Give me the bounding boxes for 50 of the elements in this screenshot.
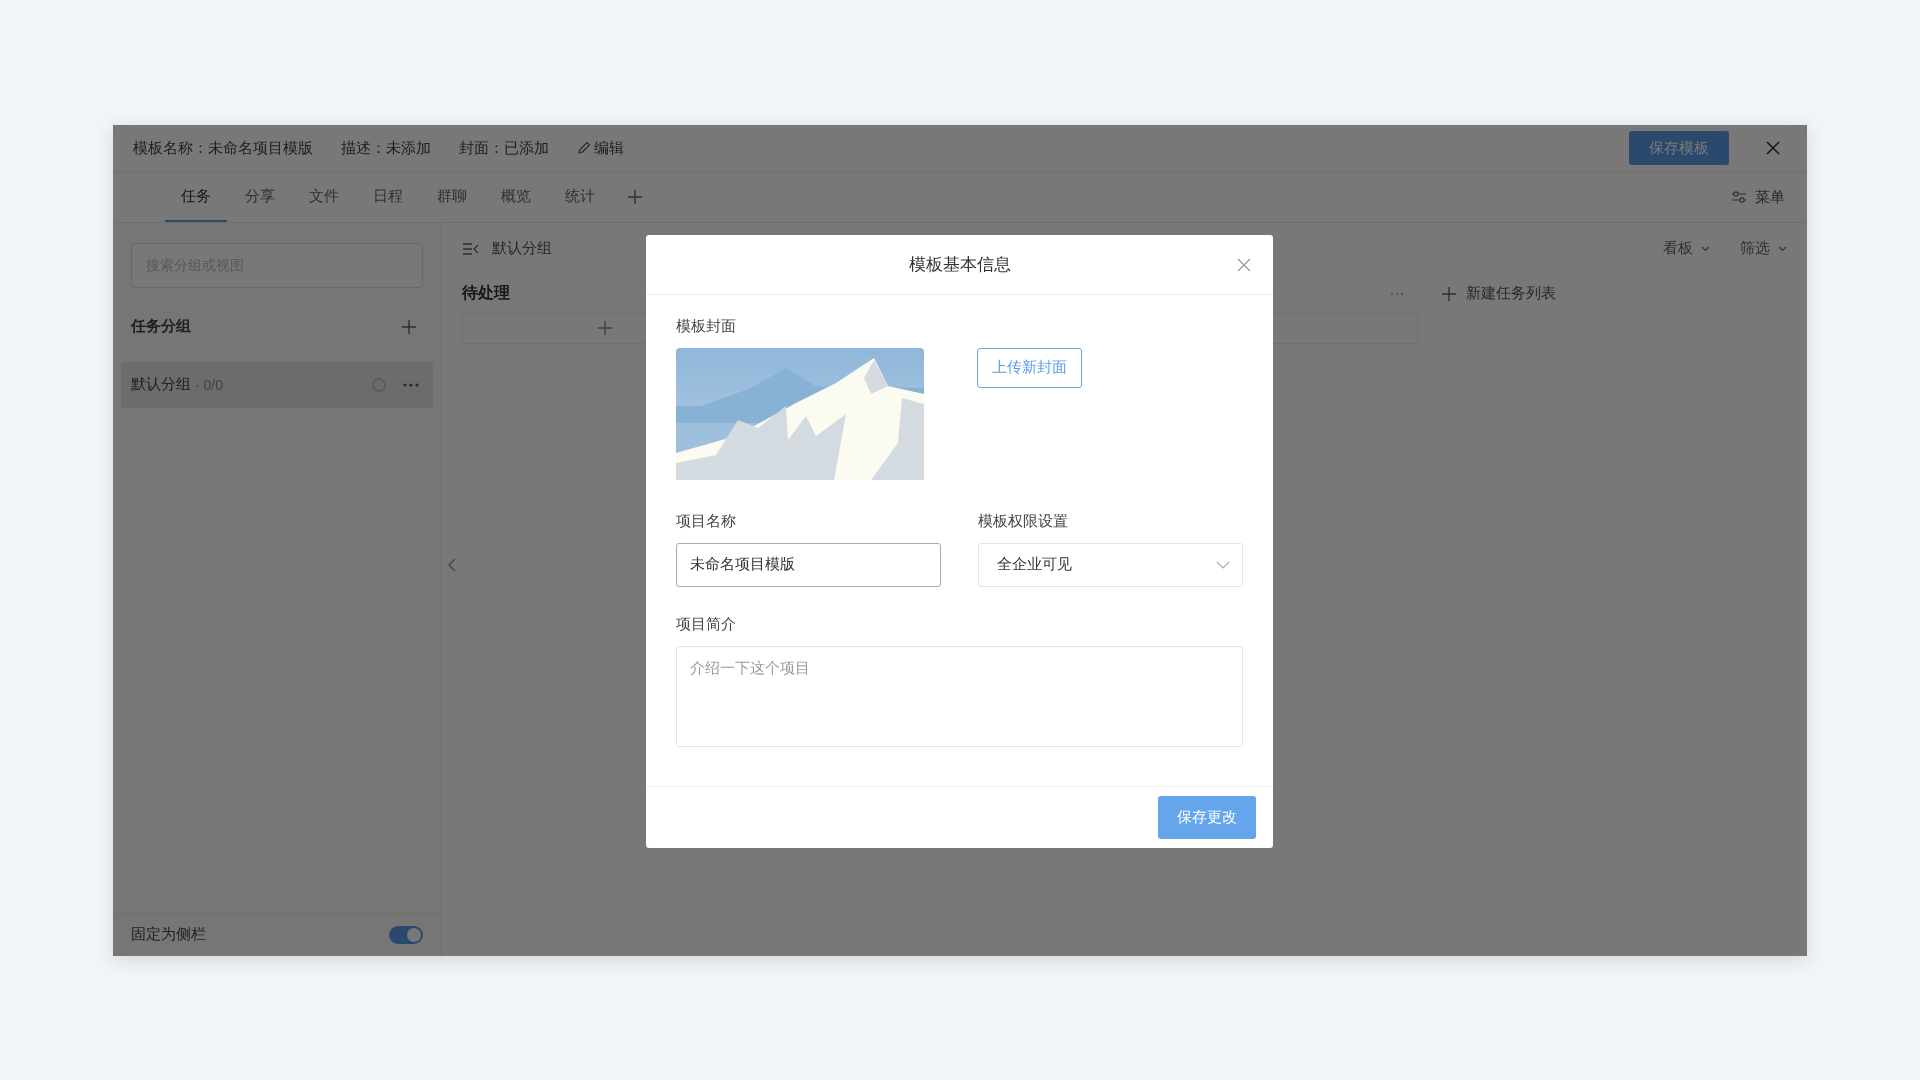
- edit-link[interactable]: 编辑: [577, 138, 624, 158]
- sliders-icon: [1731, 190, 1747, 204]
- field-label: 模板权限设置: [978, 511, 1068, 531]
- pin-label: 固定为侧栏: [131, 925, 206, 944]
- upload-cover-button[interactable]: 上传新封面: [977, 347, 1082, 388]
- tab[interactable]: 日程: [357, 172, 419, 222]
- add-icon: [1442, 286, 1456, 301]
- field-label: 模板封面: [676, 316, 736, 336]
- save-template-button[interactable]: 保存模板: [1629, 131, 1729, 165]
- tab[interactable]: 分享: [229, 172, 291, 222]
- save-changes-button[interactable]: 保存更改: [1158, 795, 1256, 839]
- field-label: 模板名称：: [133, 138, 208, 158]
- pencil-icon: [577, 141, 591, 155]
- chevron-down-icon: [1216, 560, 1230, 569]
- add-icon[interactable]: [627, 189, 643, 205]
- collapse-icon[interactable]: [448, 557, 456, 572]
- field-label: 描述：: [341, 138, 386, 158]
- field-label: 项目简介: [676, 614, 736, 634]
- pin-toggle[interactable]: [389, 925, 423, 944]
- field-value: 已添加: [504, 138, 549, 158]
- caret-icon: [1778, 245, 1787, 252]
- add-icon[interactable]: [401, 318, 417, 335]
- tab[interactable]: 概览: [485, 172, 547, 222]
- tab[interactable]: 文件: [293, 172, 355, 222]
- more-icon[interactable]: [1390, 291, 1404, 296]
- caret-icon: [1701, 245, 1710, 252]
- field-label: 封面：: [459, 138, 504, 158]
- field-value: 未命名项目模版: [208, 138, 313, 158]
- list-collapse-icon[interactable]: [462, 242, 480, 255]
- field-label: 项目名称: [676, 511, 736, 531]
- column-title: 待处理: [462, 283, 510, 303]
- group-name: 默认分组: [131, 375, 191, 394]
- add-icon: [597, 320, 613, 336]
- tab[interactable]: 任务: [165, 172, 227, 222]
- close-icon[interactable]: [1237, 257, 1251, 272]
- section-title: 任务分组: [131, 317, 191, 336]
- project-name-field[interactable]: 未命名项目模版: [676, 542, 941, 587]
- close-icon[interactable]: [1765, 140, 1781, 156]
- new-list-button[interactable]: 新建任务列表: [1442, 274, 1556, 313]
- breadcrumb: 默认分组: [492, 239, 552, 258]
- tab[interactable]: 群聊: [421, 172, 483, 222]
- permission-select[interactable]: 全企业可见: [978, 542, 1243, 587]
- dialog-title: 模板基本信息: [908, 253, 1011, 276]
- intro-field[interactable]: 介绍一下这个项目: [676, 645, 1243, 747]
- menu-button[interactable]: 菜单: [1731, 172, 1785, 222]
- tab[interactable]: 统计: [549, 172, 611, 222]
- view-dropdown[interactable]: 筛选: [1740, 239, 1787, 258]
- view-dropdown[interactable]: 看板: [1663, 239, 1710, 258]
- more-icon[interactable]: [403, 382, 419, 387]
- field-value: 未添加: [386, 138, 431, 158]
